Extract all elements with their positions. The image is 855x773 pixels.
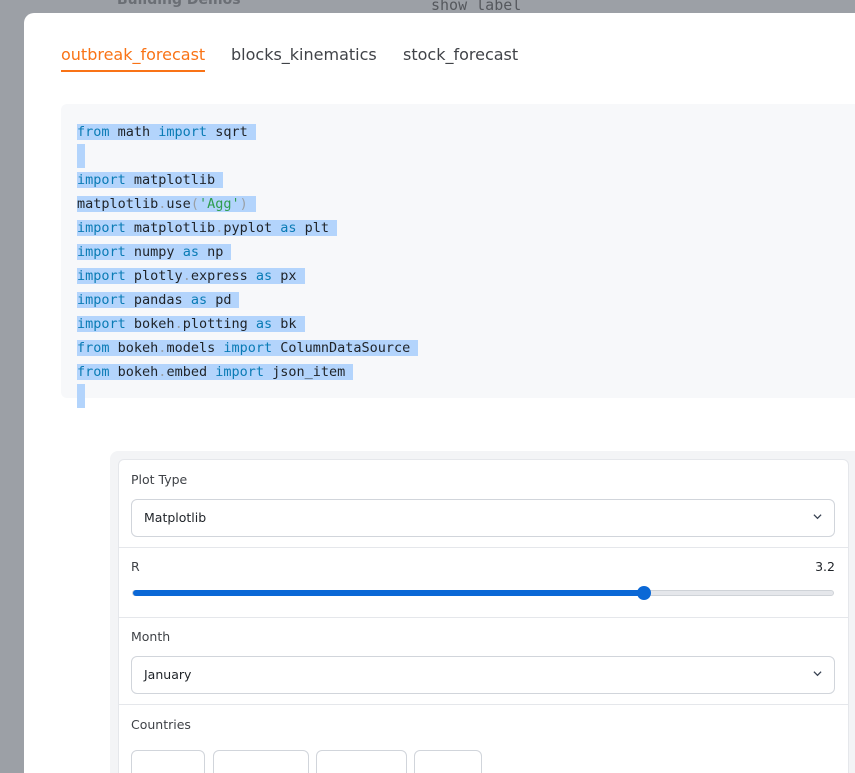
tab-outbreak-forecast[interactable]: outbreak_forecast	[61, 45, 206, 72]
demo-preview: Plot Type Matplotlib R 3.2 Month January…	[110, 451, 855, 773]
code-line: import bokeh.plotting as bk	[77, 312, 418, 336]
r-slider[interactable]	[132, 586, 834, 600]
plot-type-dropdown[interactable]: Matplotlib	[131, 499, 835, 537]
code-line: import matplotlib.pyplot as plt	[77, 216, 418, 240]
backdrop-code-text: show_label	[431, 0, 522, 14]
code-line: import numpy as np	[77, 240, 418, 264]
code-line: from bokeh.models import ColumnDataSourc…	[77, 336, 419, 360]
country-checkbox[interactable]	[414, 750, 482, 773]
r-slider-group: R 3.2	[119, 548, 848, 618]
month-group: Month January	[119, 618, 848, 705]
r-slider-thumb[interactable]	[637, 586, 651, 600]
backdrop-section-title: Building Demos	[117, 0, 241, 8]
code-line: import plotly.express as px	[77, 264, 418, 288]
code-line: matplotlib.use('Agg')	[77, 192, 418, 216]
plot-type-group: Plot Type Matplotlib	[119, 460, 848, 548]
controls-panel: Plot Type Matplotlib R 3.2 Month January…	[118, 459, 849, 773]
tab-blocks-kinematics[interactable]: blocks_kinematics	[231, 45, 377, 70]
country-checkbox[interactable]	[213, 750, 309, 773]
code-line: import pandas as pd	[77, 288, 418, 312]
month-value: January	[144, 667, 192, 682]
month-label: Month	[131, 629, 171, 644]
r-label: R	[131, 559, 140, 574]
countries-label: Countries	[131, 717, 191, 732]
r-value: 3.2	[815, 559, 835, 574]
code-text[interactable]: from math import sqrt import matplotlib ma…	[77, 120, 419, 408]
chevron-down-icon	[813, 671, 822, 677]
demo-modal: outbreak_forecast blocks_kinematics stoc…	[24, 13, 855, 773]
chevron-down-icon	[813, 514, 822, 520]
tab-stock-forecast[interactable]: stock_forecast	[403, 45, 518, 70]
code-line: from math import sqrt	[77, 120, 418, 144]
month-dropdown[interactable]: January	[131, 656, 835, 694]
r-slider-fill	[133, 590, 644, 596]
plot-type-label: Plot Type	[131, 472, 188, 487]
code-line: import matplotlib	[77, 168, 418, 192]
code-line	[77, 384, 418, 408]
code-line: from bokeh.embed import json_item	[77, 360, 418, 384]
code-block[interactable]: from math import sqrt import matplotlib ma…	[61, 104, 855, 408]
country-checkbox[interactable]	[316, 750, 407, 773]
country-checkbox[interactable]	[131, 750, 205, 773]
code-line	[77, 144, 418, 168]
plot-type-value: Matplotlib	[144, 510, 207, 525]
